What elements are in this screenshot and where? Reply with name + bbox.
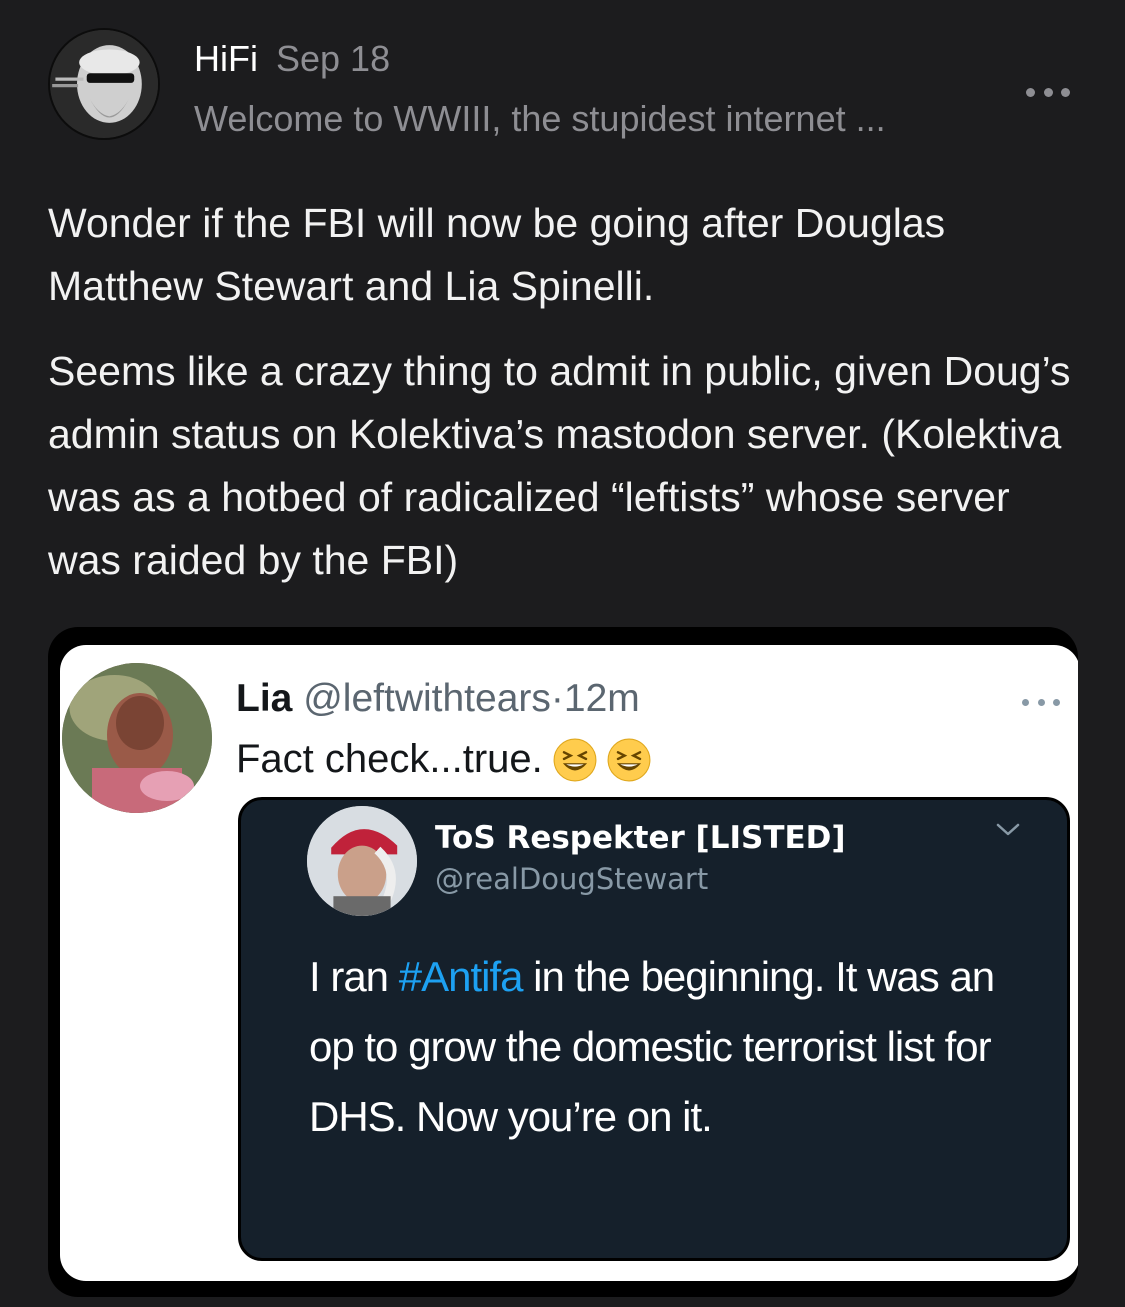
tweet-separator: · — [550, 677, 564, 720]
author-name[interactable]: HiFi — [194, 38, 258, 79]
ellipsis-icon[interactable] — [1026, 80, 1070, 104]
quoted-avatar — [307, 806, 417, 916]
quoted-author-name: ToS Respekter [LISTED] — [435, 820, 846, 856]
tweet-ellipsis-icon — [1022, 697, 1060, 707]
publication-name[interactable]: Welcome to WWIII, the stupidest internet… — [194, 98, 886, 140]
tweet-avatar — [62, 663, 212, 813]
hashtag-link: #Antifa — [398, 953, 524, 1000]
post-card: HiFi Sep 18 Welcome to WWIII, the stupide… — [0, 0, 1125, 1307]
author-line: HiFi Sep 18 — [194, 38, 390, 80]
embedded-screenshot[interactable]: Lia @leftwithtears·12m Fact check...true… — [48, 627, 1078, 1297]
tweet-text: Fact check...true. — [236, 737, 651, 782]
post-paragraph: Seems like a crazy thing to admit in pub… — [48, 348, 1071, 583]
tweet-card: Lia @leftwithtears·12m Fact check...true… — [60, 645, 1078, 1281]
post-body: Wonder if the FBI will now be going afte… — [48, 192, 1088, 614]
author-avatar[interactable] — [48, 28, 160, 140]
post-date: Sep 18 — [275, 38, 391, 79]
quoted-author-handle: @realDougStewart — [435, 862, 709, 896]
tweet-author-name: Lia — [236, 677, 293, 720]
post-paragraph: Wonder if the FBI will now be going afte… — [48, 200, 946, 309]
tweet-header: Lia @leftwithtears·12m — [236, 677, 640, 721]
quoted-text-before: I ran — [309, 953, 399, 1000]
tweet-text-body: Fact check...true. — [236, 737, 543, 781]
quoted-tweet: ToS Respekter [LISTED] @realDougStewart … — [238, 797, 1070, 1261]
laughing-face-icon — [607, 738, 651, 782]
tweet-author-handle: @leftwithtears — [303, 677, 551, 720]
tweet-time: 12m — [563, 677, 640, 720]
laughing-face-icon — [553, 738, 597, 782]
quoted-tweet-text: I ran #Antifa in the beginning. It was a… — [309, 942, 1049, 1152]
chevron-down-icon — [993, 820, 1023, 840]
